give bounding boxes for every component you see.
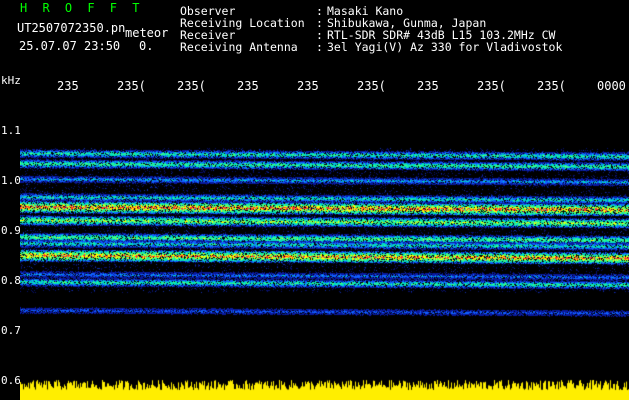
file-name: UT2507072350.pn: [17, 21, 126, 35]
freq-label: 0.6: [1, 374, 21, 387]
hrofft-window: H R O F F T UT2507072350.pn meteor 25.07…: [0, 0, 629, 400]
freq-label: 0.8: [1, 274, 21, 287]
spectrogram-canvas: [20, 97, 629, 400]
freq-label: 0.9: [1, 224, 21, 237]
freq-label: 1.0: [1, 174, 21, 187]
time-tick: 235: [417, 79, 439, 93]
time-tick: 0000: [597, 79, 626, 93]
time-tick: 235(: [537, 79, 566, 93]
truncated-value: 0.: [139, 39, 154, 53]
time-tick: 235: [57, 79, 79, 93]
app-logo: H R O F F T: [20, 1, 144, 15]
time-tick: 235(: [477, 79, 506, 93]
freq-label: 0.7: [1, 324, 21, 337]
info-colon: :: [316, 40, 323, 54]
time-tick: 235(: [357, 79, 386, 93]
freq-label: 1.1: [1, 124, 21, 137]
time-tick: 235: [297, 79, 319, 93]
axis-unit: kHz: [1, 74, 21, 87]
info-label-antenna: Receiving Antenna: [180, 40, 298, 54]
mode-label: meteor: [125, 26, 169, 40]
info-value-antenna: 3el Yagi(V) Az 330 for Vladivostok: [327, 40, 563, 54]
time-tick: 235(: [177, 79, 206, 93]
datetime: 25.07.07 23:50: [19, 39, 121, 53]
time-tick: 235(: [117, 79, 146, 93]
time-tick: 235: [237, 79, 259, 93]
